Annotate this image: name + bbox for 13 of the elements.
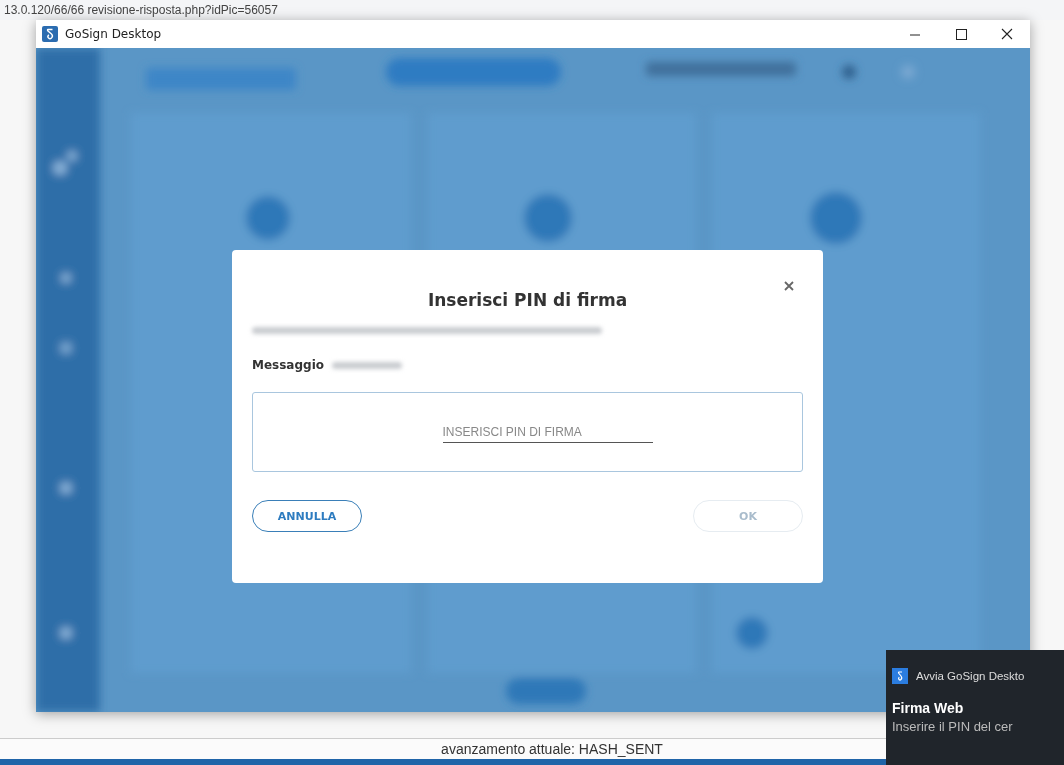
window-title: GoSign Desktop xyxy=(65,27,163,41)
message-label: Messaggio xyxy=(252,358,324,372)
address-text: 13.0.120/66/66 revisione-risposta.php?idPic=56057 xyxy=(3,2,278,19)
cancel-button[interactable]: ANNULLA xyxy=(252,500,362,532)
notification-app-name: Avvia GoSign Deskto xyxy=(916,670,1025,682)
status-text: avanzamento attuale: HASH_SENT xyxy=(440,740,663,759)
dialog-title: Inserisci PIN di firma xyxy=(427,290,628,310)
app-logo-icon xyxy=(42,26,58,42)
notification-title: Firma Web xyxy=(892,700,965,716)
app-logo-icon xyxy=(892,668,908,684)
notification-text: Inserire il PIN del cer xyxy=(892,719,1014,734)
blurred-message-text xyxy=(332,361,402,369)
close-icon[interactable] xyxy=(783,280,795,292)
